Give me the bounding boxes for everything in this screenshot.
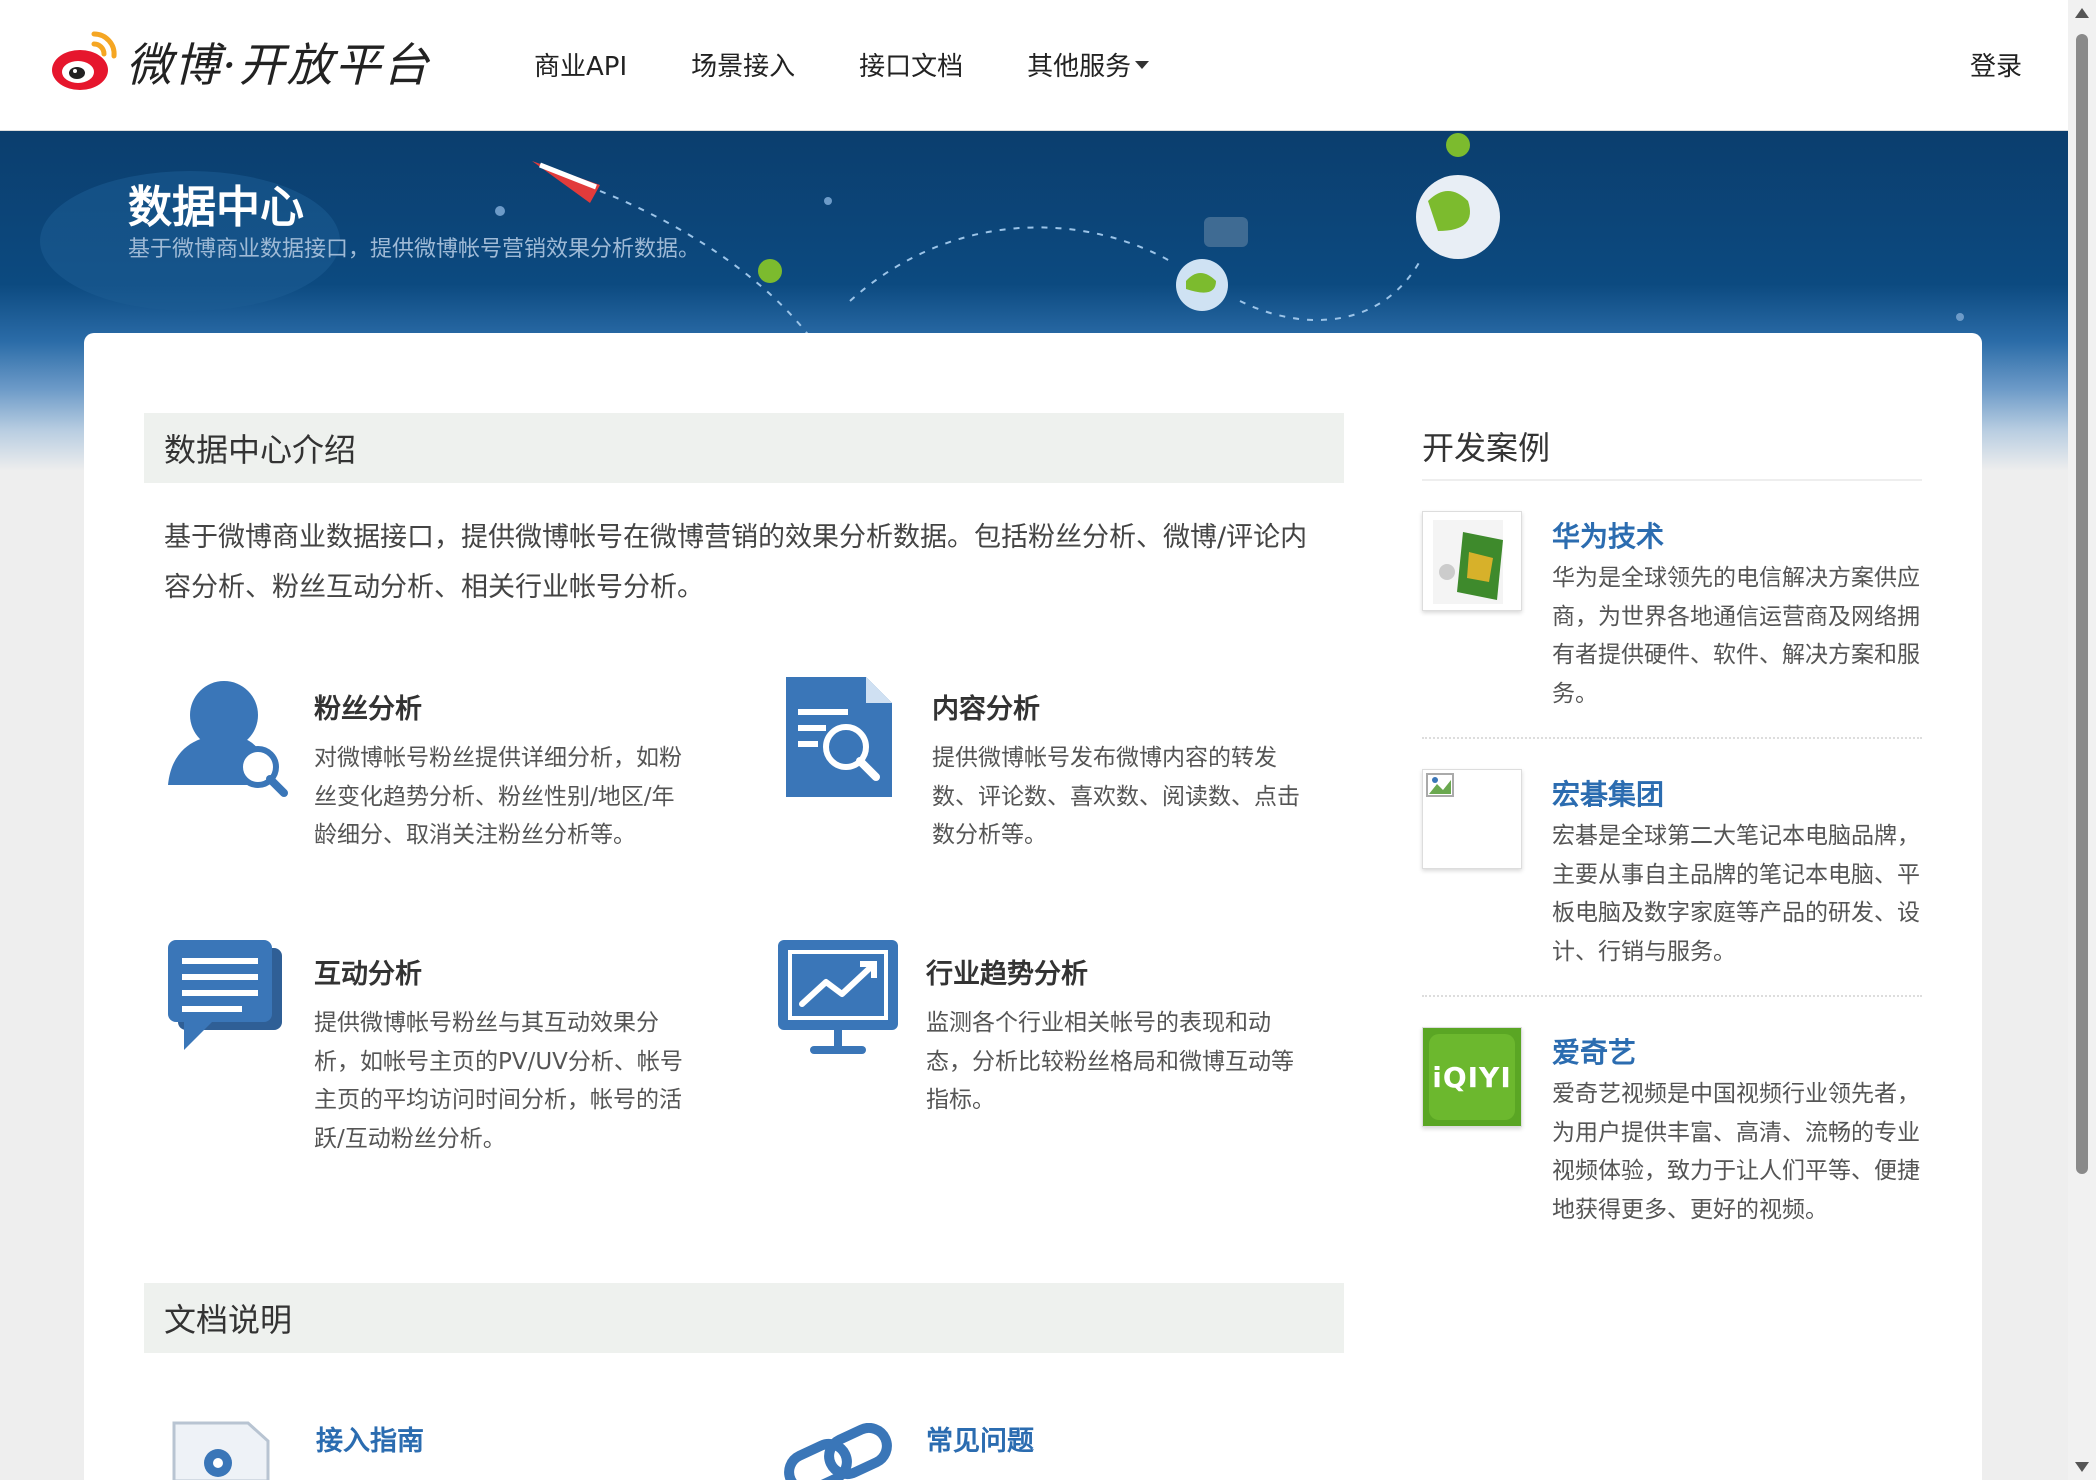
gear-document-icon bbox=[172, 1421, 270, 1480]
nav-item-label: 商业API bbox=[534, 51, 628, 82]
case-name[interactable]: 爱奇艺 bbox=[1552, 1031, 1636, 1071]
feature-description: 提供微博帐号发布微博内容的转发数、评论数、喜欢数、阅读数、点击数分析等。 bbox=[932, 745, 1300, 848]
feature-title: 内容分析 bbox=[932, 694, 1040, 725]
feature-title: 互动分析 bbox=[314, 959, 422, 990]
link-icon bbox=[784, 1423, 892, 1480]
case-name[interactable]: 宏碁集团 bbox=[1552, 773, 1664, 813]
feature-content: 内容分析 提供微博帐号发布微博内容的转发数、评论数、喜欢数、阅读数、点击数分析等… bbox=[782, 673, 1302, 913]
nav-item-scenario[interactable]: 场景接入 bbox=[691, 44, 795, 84]
iqiyi-logo-text: iQIYI bbox=[1432, 1060, 1512, 1094]
caret-down-icon bbox=[1135, 61, 1150, 69]
banner-subtitle: 基于微博商业数据接口，提供微博帐号营销效果分析数据。 bbox=[128, 237, 701, 262]
feature-description: 监测各个行业相关帐号的表现和动态，分析比较粉丝格局和微博互动等指标。 bbox=[926, 1010, 1294, 1113]
globe-icon bbox=[1416, 133, 1500, 259]
sidebar-divider bbox=[1422, 479, 1922, 481]
case-description: 爱奇艺视频是中国视频行业领先者，为用户提供丰富、高清、流畅的专业视频体验，致力于… bbox=[1552, 1081, 1920, 1223]
weibo-logo[interactable]: 微博·开放平台 bbox=[48, 26, 431, 98]
nav-item-business-api[interactable]: 商业API bbox=[534, 44, 627, 84]
top-navigation-bar: 微博·开放平台 商业API 场景接入 接口文档 其他服务 登录 bbox=[0, 0, 2068, 131]
feature-industry-trend: 行业趋势分析 监测各个行业相关帐号的表现和动态，分析比较粉丝格局和微博互动等指标… bbox=[776, 938, 1296, 1178]
banner-title: 数据中心 bbox=[128, 182, 304, 233]
chat-bubble-icon bbox=[168, 940, 282, 1050]
page-scrollbar[interactable] bbox=[2068, 0, 2096, 1480]
scrollbar-thumb[interactable] bbox=[2076, 34, 2088, 1174]
feature-fans: 粉丝分析 对微博帐号粉丝提供详细分析，如粉丝变化趋势分析、粉丝性别/地区/年龄细… bbox=[164, 673, 684, 913]
case-logo[interactable] bbox=[1422, 769, 1522, 869]
section-heading-docs: 文档说明 bbox=[144, 1283, 1344, 1353]
feature-interaction: 互动分析 提供微博帐号粉丝与其互动效果分析，如帐号主页的PV/UV分析、帐号主页… bbox=[164, 938, 684, 1178]
content-card: 数据中心介绍 基于微博商业数据接口，提供微博帐号在微博营销的效果分析数据。包括粉… bbox=[84, 333, 1982, 1480]
nav-item-label: 接口文档 bbox=[859, 51, 964, 82]
feature-title: 粉丝分析 bbox=[314, 694, 422, 725]
case-item-acer: 宏碁集团 宏碁是全球第二大笔记本电脑品牌，主要从事自主品牌的笔记本电脑、平板电脑… bbox=[1422, 769, 1922, 969]
case-description: 华为是全球领先的电信解决方案供应商，为世界各地通信运营商及网络拥有者提供硬件、软… bbox=[1552, 565, 1920, 707]
case-item-huawei: 华为技术 华为是全球领先的电信解决方案供应商，为世界各地通信运营商及网络拥有者提… bbox=[1422, 511, 1922, 711]
login-link[interactable]: 登录 bbox=[1970, 46, 2022, 83]
case-divider bbox=[1422, 737, 1922, 739]
broken-image-icon bbox=[1426, 773, 1454, 797]
weibo-logo-icon bbox=[52, 31, 117, 90]
case-description: 宏碁是全球第二大笔记本电脑品牌，主要从事自主品牌的笔记本电脑、平板电脑及数字家庭… bbox=[1552, 823, 1920, 965]
sidebar-title: 开发案例 bbox=[1422, 429, 1551, 467]
scroll-up-icon[interactable] bbox=[2075, 8, 2089, 18]
nav-item-api-docs[interactable]: 接口文档 bbox=[859, 44, 963, 84]
case-logo[interactable]: iQIYI bbox=[1422, 1027, 1522, 1127]
document-search-icon bbox=[786, 677, 892, 797]
case-item-iqiyi: iQIYI 爱奇艺 爱奇艺视频是中国视频行业领先者，为用户提供丰富、高清、流畅的… bbox=[1422, 1027, 1922, 1287]
doc-link-access-guide[interactable]: 接入指南 bbox=[316, 1419, 424, 1458]
scroll-down-icon[interactable] bbox=[2075, 1462, 2089, 1472]
case-name[interactable]: 华为技术 bbox=[1552, 515, 1664, 555]
main-nav: 商业API 场景接入 接口文档 其他服务 bbox=[534, 44, 1213, 84]
rocket-icon bbox=[532, 161, 600, 203]
case-divider bbox=[1422, 995, 1922, 997]
huawei-product-image bbox=[1433, 520, 1503, 604]
feature-description: 对微博帐号粉丝提供详细分析，如粉丝变化趋势分析、粉丝性别/地区/年龄细分、取消关… bbox=[314, 745, 682, 848]
section-heading-intro: 数据中心介绍 bbox=[144, 413, 1344, 483]
doc-link-faq[interactable]: 常见问题 bbox=[926, 1419, 1034, 1458]
user-search-icon bbox=[168, 681, 288, 797]
intro-text: 基于微博商业数据接口，提供微博帐号在微博营销的效果分析数据。包括粉丝分析、微博/… bbox=[164, 522, 1308, 603]
trend-monitor-icon bbox=[778, 940, 898, 1054]
iqiyi-logo-badge: iQIYI bbox=[1429, 1034, 1515, 1120]
feature-title: 行业趋势分析 bbox=[926, 959, 1088, 990]
nav-item-label: 其他服务 bbox=[1027, 51, 1132, 82]
logo-text: 微博·开放平台 bbox=[126, 38, 431, 92]
case-logo[interactable] bbox=[1422, 511, 1522, 611]
nav-item-label: 场景接入 bbox=[691, 51, 796, 82]
feature-description: 提供微博帐号粉丝与其互动效果分析，如帐号主页的PV/UV分析、帐号主页的平均访问… bbox=[314, 1010, 683, 1152]
nav-item-other-services[interactable]: 其他服务 bbox=[1027, 44, 1150, 84]
